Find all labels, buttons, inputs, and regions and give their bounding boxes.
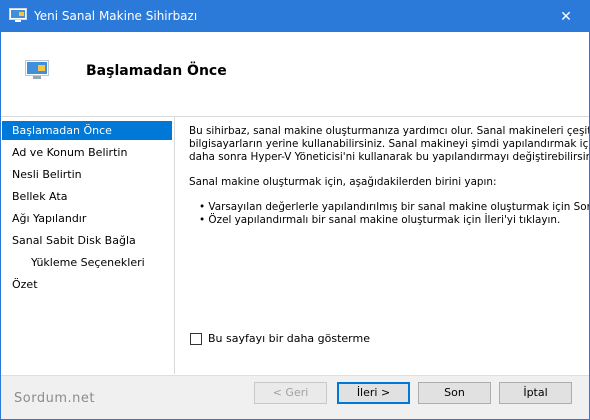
- intro-text-line-2: bilgisayarların yerine kullanabilirsiniz…: [189, 138, 589, 150]
- sidebar-item-generation[interactable]: Nesli Belirtin: [2, 165, 172, 184]
- bullet-next: • Özel yapılandırmalı bir sanal makine o…: [199, 214, 561, 226]
- sidebar-item-summary[interactable]: Özet: [2, 275, 172, 294]
- wizard-icon: [9, 8, 27, 23]
- dont-show-again-checkbox[interactable]: [190, 333, 202, 345]
- back-button[interactable]: < Geri: [254, 382, 327, 404]
- content-panel: Bu sihirbaz, sanal makine oluşturmanıza …: [175, 117, 589, 374]
- page-header: Başlamadan Önce: [1, 32, 589, 117]
- finish-button[interactable]: Son: [418, 382, 491, 404]
- bullet-finish: • Varsayılan değerlerle yapılandırılmış …: [199, 201, 589, 213]
- instruction-text: Sanal makine oluşturmak için, aşağıdakil…: [189, 176, 497, 188]
- sidebar-item-before-you-begin[interactable]: Başlamadan Önce: [2, 121, 172, 140]
- cancel-button[interactable]: İptal: [499, 382, 572, 404]
- sidebar-item-install-options[interactable]: Yükleme Seçenekleri: [2, 253, 172, 272]
- sidebar-item-network[interactable]: Ağı Yapılandır: [2, 209, 172, 228]
- watermark: Sordum.net: [14, 391, 95, 406]
- close-button[interactable]: ✕: [543, 1, 589, 32]
- page-title: Başlamadan Önce: [86, 63, 227, 79]
- intro-text-line-1: Bu sihirbaz, sanal makine oluşturmanıza …: [189, 125, 589, 137]
- window-title: Yeni Sanal Makine Sihirbazı: [34, 9, 198, 23]
- next-button[interactable]: İleri >: [337, 382, 410, 404]
- close-icon: ✕: [560, 8, 572, 25]
- dont-show-again-label[interactable]: Bu sayfayı bir daha gösterme: [208, 332, 370, 346]
- wizard-window: Yeni Sanal Makine Sihirbazı ✕ Başlamadan…: [0, 0, 590, 420]
- sidebar-item-memory[interactable]: Bellek Ata: [2, 187, 172, 206]
- intro-text-line-3: daha sonra Hyper-V Yöneticisi'ni kullana…: [189, 151, 589, 163]
- wizard-icon: [25, 60, 49, 80]
- dont-show-again-option[interactable]: Bu sayfayı bir daha gösterme: [190, 332, 370, 346]
- title-bar[interactable]: Yeni Sanal Makine Sihirbazı ✕: [1, 1, 589, 32]
- sidebar-item-virtual-disk[interactable]: Sanal Sabit Disk Bağla: [2, 231, 172, 250]
- button-bar: Sordum.net < Geri İleri > Son İptal: [1, 375, 589, 419]
- sidebar: Başlamadan Önce Ad ve Konum Belirtin Nes…: [1, 117, 175, 374]
- sidebar-item-name-location[interactable]: Ad ve Konum Belirtin: [2, 143, 172, 162]
